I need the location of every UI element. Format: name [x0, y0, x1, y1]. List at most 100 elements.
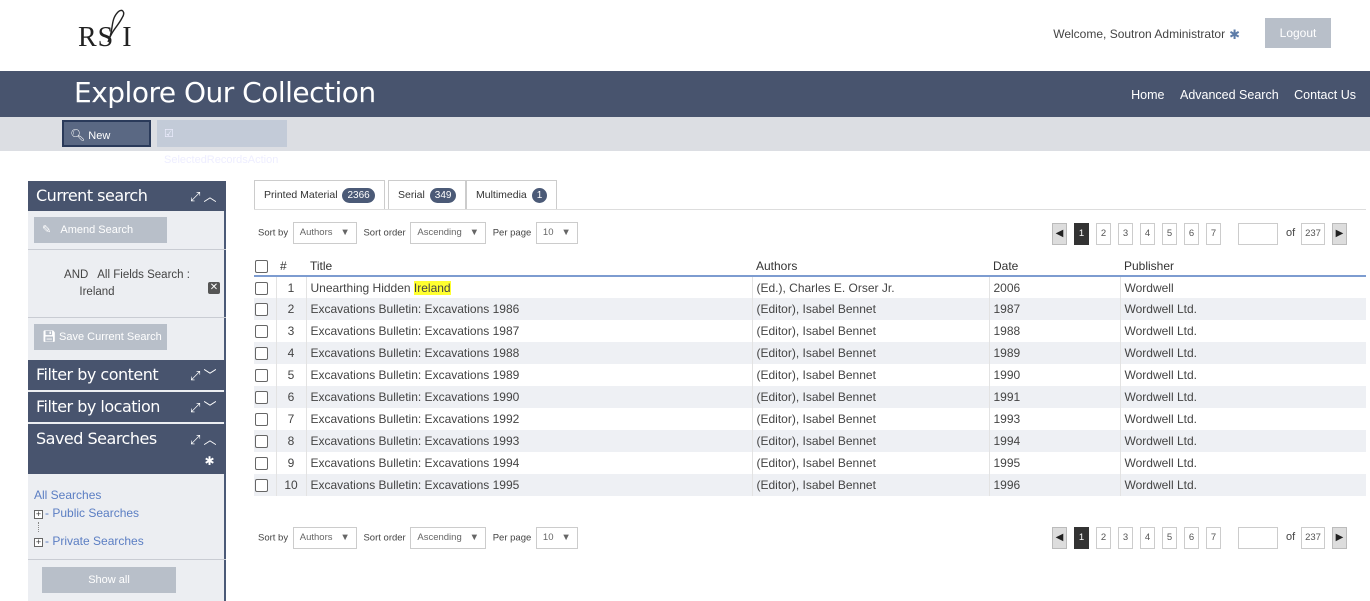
- sort-by-select[interactable]: Authors ▼: [292, 527, 357, 549]
- row-checkbox[interactable]: [255, 369, 268, 383]
- row-title[interactable]: Excavations Bulletin: Excavations 1993: [305, 430, 752, 452]
- col-date[interactable]: Date: [989, 257, 1120, 277]
- prev-page-icon[interactable]: ◀: [1052, 223, 1067, 245]
- tab-serial[interactable]: Serial 349: [388, 180, 467, 210]
- private-searches-link[interactable]: Private Searches: [52, 534, 143, 548]
- amend-search-button[interactable]: ✎ Amend Search: [34, 217, 167, 243]
- page-link[interactable]: 1: [1074, 527, 1089, 549]
- page-link[interactable]: 5: [1162, 527, 1177, 549]
- row-checkbox[interactable]: [255, 281, 268, 295]
- row-title[interactable]: Excavations Bulletin: Excavations 1990: [305, 386, 752, 408]
- tree-node-public[interactable]: + - Public Searches: [34, 504, 144, 522]
- sort-by-select[interactable]: Authors ▼: [292, 222, 357, 244]
- page-link[interactable]: 6: [1184, 223, 1199, 245]
- next-page-icon[interactable]: ▶: [1332, 223, 1347, 245]
- nav-contact-us[interactable]: Contact Us: [1294, 88, 1356, 102]
- settings-gear-icon[interactable]: ✱: [1229, 27, 1240, 42]
- table-row[interactable]: 9 Excavations Bulletin: Excavations 1994…: [254, 452, 1366, 474]
- divider: [28, 317, 226, 318]
- table-row[interactable]: 10 Excavations Bulletin: Excavations 199…: [254, 474, 1366, 496]
- row-checkbox[interactable]: [255, 435, 268, 449]
- per-page-select[interactable]: 10 ▼: [535, 527, 578, 549]
- page-link[interactable]: 7: [1206, 223, 1221, 245]
- col-authors[interactable]: Authors: [752, 257, 989, 277]
- page-link[interactable]: 2: [1096, 223, 1111, 245]
- row-title[interactable]: Excavations Bulletin: Excavations 1994: [305, 452, 752, 474]
- current-search-header[interactable]: Current search ⤢ ︿: [28, 181, 226, 211]
- new-search-button[interactable]: 🔍︎ New Search: [62, 120, 151, 168]
- selected-records-action-button[interactable]: ☑ SelectedRecordsAction (0): [157, 120, 287, 192]
- show-all-button[interactable]: Show all: [42, 567, 176, 593]
- page-link[interactable]: 4: [1140, 527, 1155, 549]
- row-authors: (Editor), Isabel Bennet: [751, 408, 989, 430]
- filter-by-location-header[interactable]: Filter by location ⤢ ﹀: [28, 392, 226, 422]
- row-checkbox[interactable]: [255, 303, 268, 317]
- per-page-label: Per page: [492, 227, 532, 239]
- gear-icon[interactable]: ✱: [204, 454, 214, 468]
- row-checkbox[interactable]: [255, 457, 268, 471]
- table-row[interactable]: 5 Excavations Bulletin: Excavations 1989…: [254, 364, 1366, 386]
- row-checkbox[interactable]: [255, 479, 268, 493]
- table-row[interactable]: 1 Unearthing Hidden Ireland (Ed.), Charl…: [254, 276, 1366, 298]
- nav-home[interactable]: Home: [1131, 88, 1164, 102]
- per-page-select[interactable]: 10 ▼: [535, 222, 578, 244]
- page-link[interactable]: 2: [1096, 527, 1111, 549]
- table-row[interactable]: 4 Excavations Bulletin: Excavations 1988…: [254, 342, 1366, 364]
- tab-printed-material[interactable]: Printed Material 2366: [254, 180, 385, 210]
- col-publisher[interactable]: Publisher: [1120, 257, 1366, 277]
- expand-icon[interactable]: ⤢ ﹀: [190, 365, 217, 384]
- row-title-cell[interactable]: Unearthing Hidden Ireland: [305, 276, 752, 298]
- expand-icon[interactable]: ⤢ ﹀: [190, 397, 217, 416]
- page-link[interactable]: 3: [1118, 527, 1133, 549]
- page-link[interactable]: 5: [1162, 223, 1177, 245]
- table-row[interactable]: 7 Excavations Bulletin: Excavations 1992…: [254, 408, 1366, 430]
- public-searches-link[interactable]: Public Searches: [52, 506, 139, 520]
- page-link[interactable]: 4: [1140, 223, 1155, 245]
- logout-button[interactable]: Logout: [1265, 18, 1331, 48]
- row-checkbox[interactable]: [255, 413, 268, 427]
- collapse-icon[interactable]: ⤢ ︿: [190, 429, 217, 448]
- table-row[interactable]: 6 Excavations Bulletin: Excavations 1990…: [254, 386, 1366, 408]
- tree-node-private[interactable]: + - Private Searches: [34, 532, 144, 550]
- row-checkbox[interactable]: [255, 325, 268, 339]
- row-title[interactable]: Excavations Bulletin: Excavations 1992: [305, 408, 752, 430]
- row-title[interactable]: Excavations Bulletin: Excavations 1986: [305, 298, 752, 320]
- expand-plus-icon[interactable]: +: [34, 510, 43, 519]
- row-title[interactable]: Excavations Bulletin: Excavations 1987: [305, 320, 752, 342]
- banner: Explore Our Collection Home Advanced Sea…: [0, 71, 1370, 117]
- page-number-input[interactable]: [1238, 527, 1278, 549]
- all-searches-link[interactable]: All Searches: [34, 486, 144, 504]
- next-page-icon[interactable]: ▶: [1332, 527, 1347, 549]
- page-link[interactable]: 1: [1074, 223, 1089, 245]
- page-link[interactable]: 6: [1184, 527, 1199, 549]
- filter-by-content-header[interactable]: Filter by content ⤢ ﹀: [28, 360, 226, 390]
- row-title[interactable]: Excavations Bulletin: Excavations 1995: [305, 474, 752, 496]
- page-link[interactable]: 3: [1118, 223, 1133, 245]
- sort-order-select[interactable]: Ascending ▼: [410, 222, 487, 244]
- table-row[interactable]: 8 Excavations Bulletin: Excavations 1993…: [254, 430, 1366, 452]
- expand-plus-icon[interactable]: +: [34, 538, 43, 547]
- prev-page-icon[interactable]: ◀: [1052, 527, 1067, 549]
- table-row[interactable]: 3 Excavations Bulletin: Excavations 1987…: [254, 320, 1366, 342]
- sort-order-select[interactable]: Ascending ▼: [410, 527, 487, 549]
- row-checkbox[interactable]: [255, 347, 268, 361]
- page-link[interactable]: 7: [1206, 527, 1221, 549]
- row-authors: (Ed.), Charles E. Orser Jr.: [751, 276, 989, 298]
- sort-order-label: Sort order: [363, 532, 406, 544]
- expand-collapse-icon[interactable]: ⤢ ︿: [190, 186, 217, 205]
- saved-searches-header[interactable]: Saved Searches ⤢ ︿ ✱: [28, 424, 226, 474]
- save-current-search-button[interactable]: 💾︎ Save Current Search: [34, 324, 167, 350]
- row-title[interactable]: Excavations Bulletin: Excavations 1988: [305, 342, 752, 364]
- row-checkbox[interactable]: [255, 391, 268, 405]
- tab-multimedia[interactable]: Multimedia 1: [466, 180, 558, 210]
- row-title[interactable]: Excavations Bulletin: Excavations 1989: [305, 364, 752, 386]
- nav-advanced-search[interactable]: Advanced Search: [1180, 88, 1279, 102]
- table-row[interactable]: 2 Excavations Bulletin: Excavations 1986…: [254, 298, 1366, 320]
- select-all-checkbox[interactable]: [255, 260, 268, 274]
- col-title[interactable]: Title: [306, 257, 752, 277]
- table-header-row: # Title Authors Date Publisher: [254, 257, 1366, 277]
- remove-criteria-icon[interactable]: ✕: [208, 282, 220, 294]
- site-logo[interactable]: RS I: [78, 9, 133, 54]
- row-number: 6: [275, 386, 306, 408]
- page-number-input[interactable]: [1238, 223, 1278, 245]
